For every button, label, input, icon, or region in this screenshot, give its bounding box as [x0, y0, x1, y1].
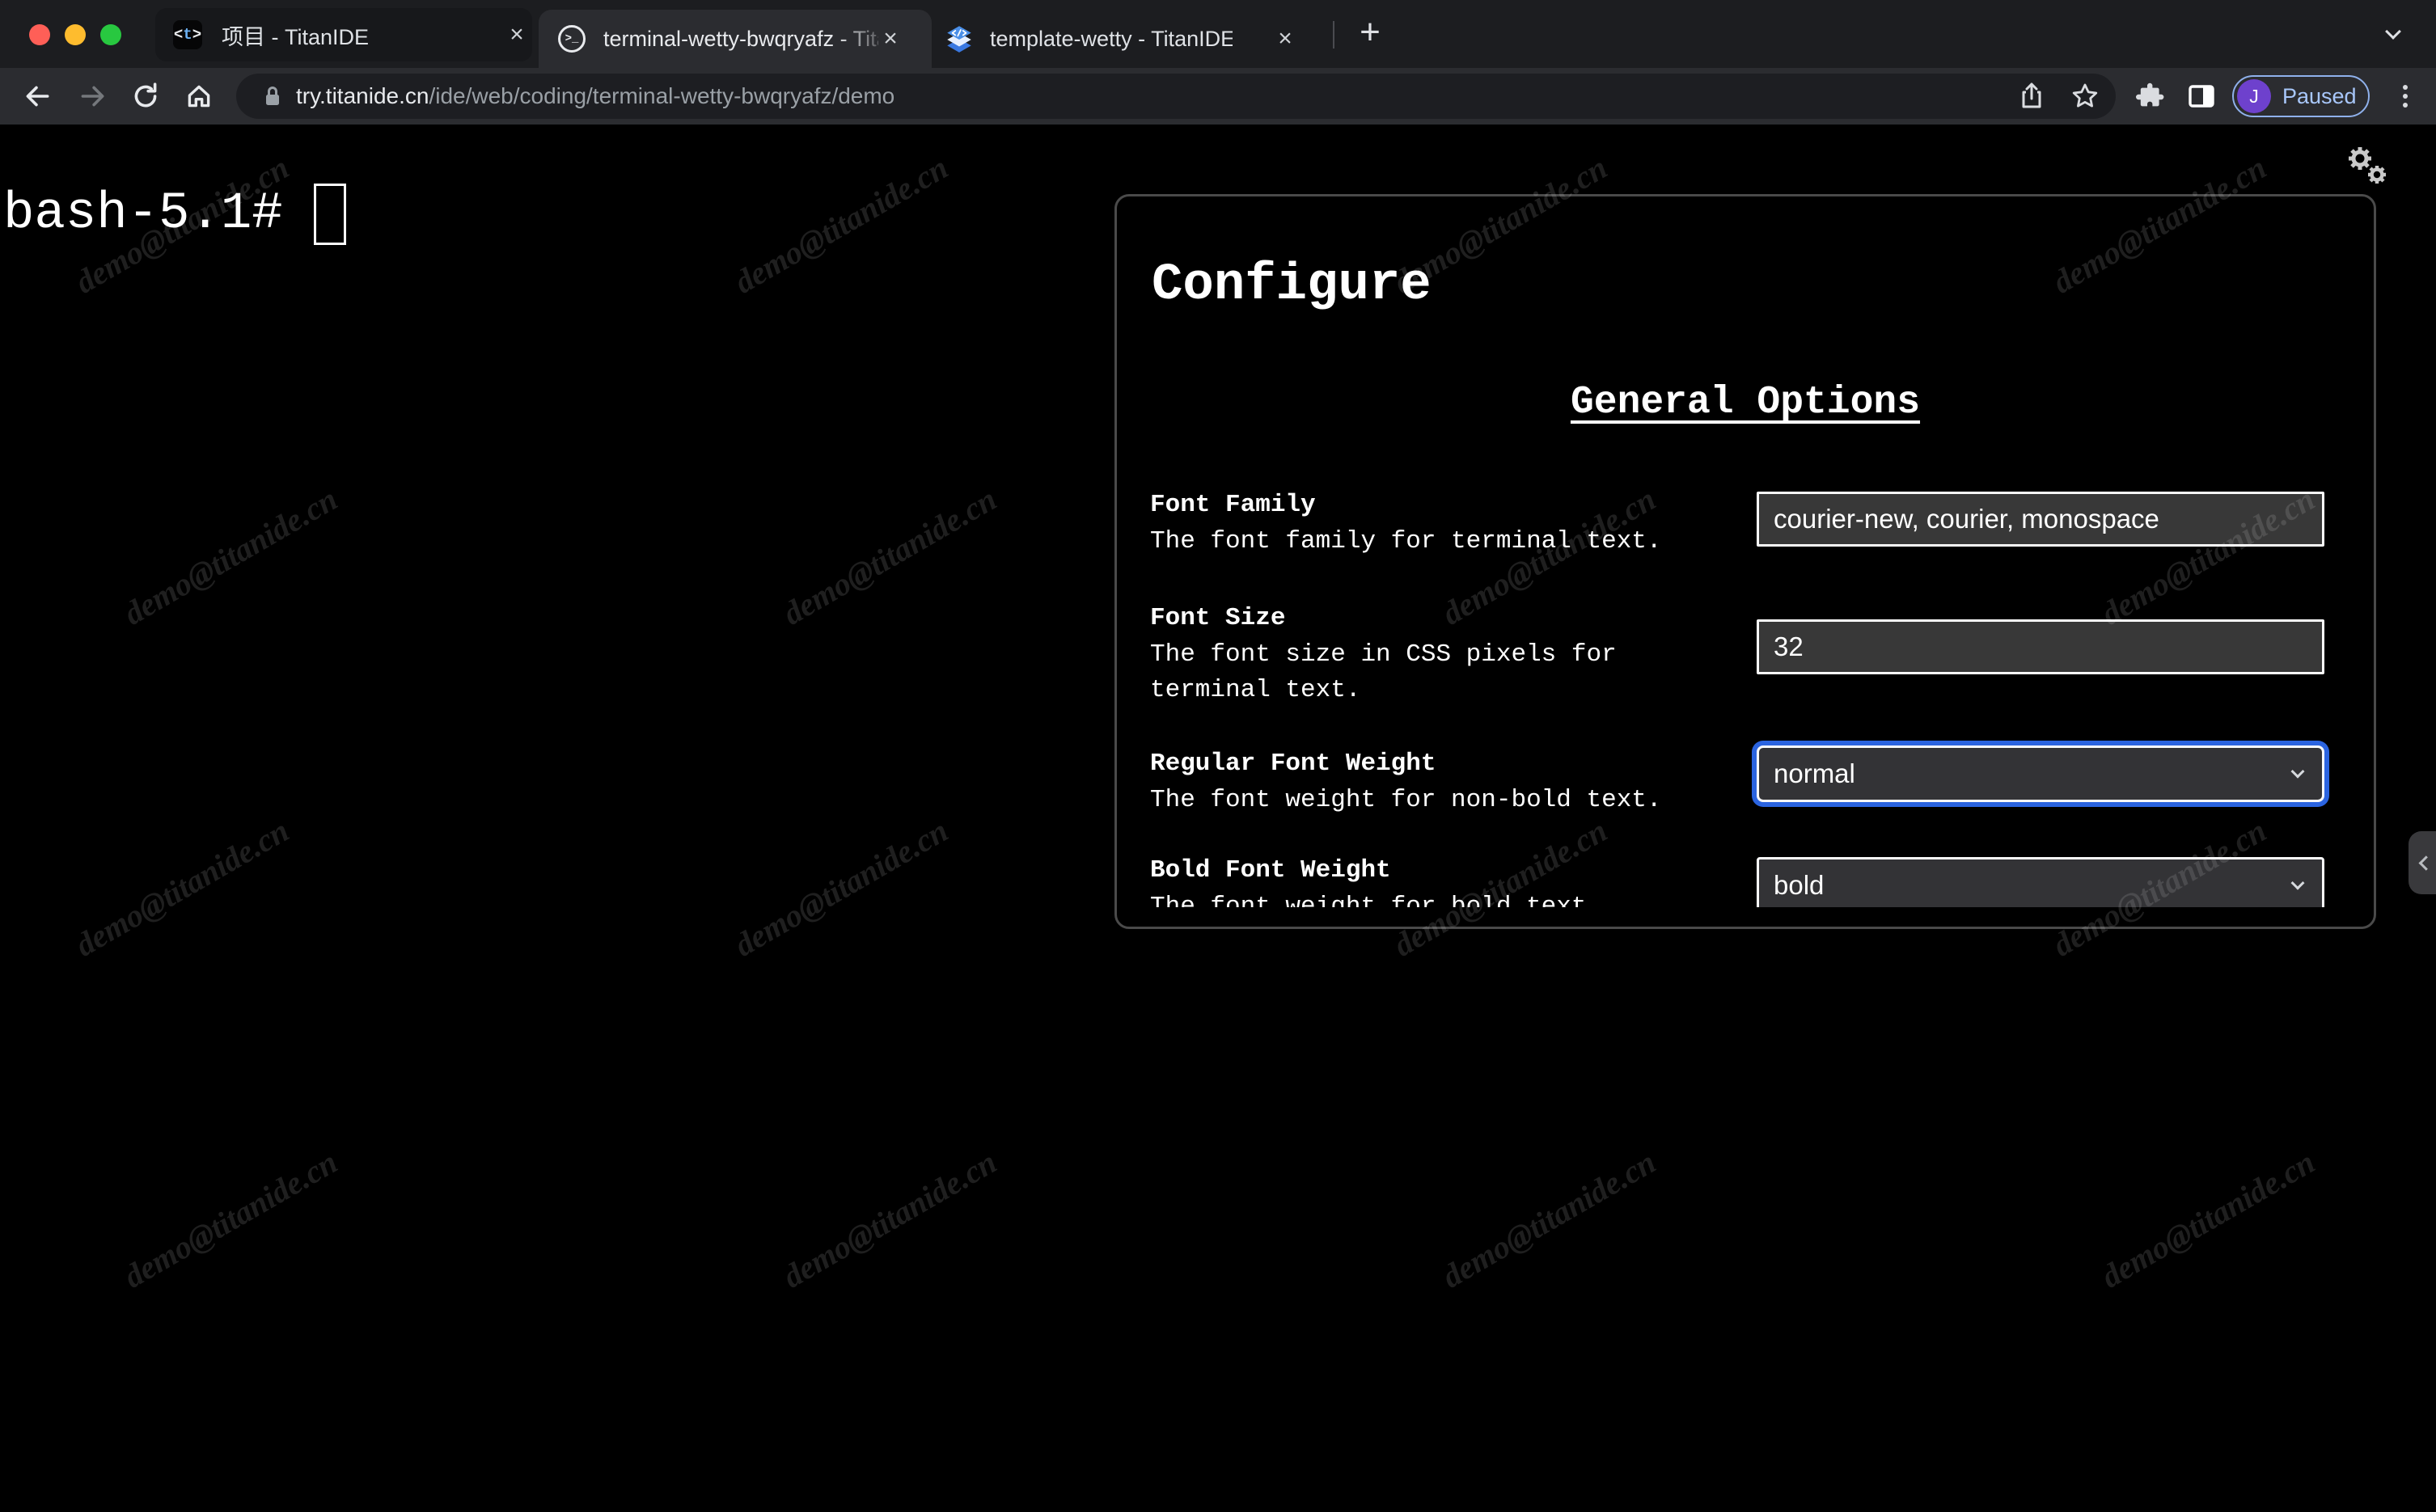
terminal-cursor — [313, 184, 346, 245]
avatar: J — [2237, 79, 2271, 113]
profile-status-label: Paused — [2282, 83, 2357, 108]
tab-close-icon[interactable]: × — [1271, 25, 1299, 53]
side-panel-button[interactable] — [2176, 70, 2227, 122]
bold-font-weight-select[interactable]: bold — [1757, 857, 2324, 907]
watermark-text: demo@titanide.cn — [2095, 1143, 2321, 1295]
tab-titanide-project[interactable]: < t > 项目 - TitanIDE × — [155, 8, 532, 61]
tab-title: template-wetty - TitanIDE — [990, 26, 1233, 51]
font-family-description: The font family for terminal text. — [1150, 527, 1662, 555]
share-button[interactable] — [2006, 70, 2057, 122]
bold-font-weight-description: The font weight for bold text. — [1150, 893, 1602, 907]
font-family-input[interactable] — [1757, 492, 2324, 547]
watermark-text: demo@titanide.cn — [776, 480, 1003, 632]
forward-button[interactable] — [66, 70, 118, 122]
new-tab-button[interactable]: + — [1349, 11, 1391, 53]
url-text: try.titanide.cn/ide/web/coding/terminal-… — [296, 83, 894, 109]
tab-close-icon[interactable]: × — [877, 25, 904, 53]
url-host: try.titanide.cn — [296, 83, 429, 108]
terminal-screen[interactable]: bash-5.1# Configure General Options Font… — [0, 125, 2436, 1512]
watermark-text: demo@titanide.cn — [1436, 1143, 1662, 1295]
window-zoom-button[interactable] — [100, 24, 121, 45]
chevron-left-icon — [2418, 855, 2434, 871]
browser-toolbar: try.titanide.cn/ide/web/coding/terminal-… — [0, 68, 2436, 125]
window-minimize-button[interactable] — [65, 24, 86, 45]
font-size-input[interactable] — [1757, 619, 2324, 674]
chevron-down-icon — [2290, 876, 2305, 890]
back-button[interactable] — [11, 70, 63, 122]
watermark-text: demo@titanide.cn — [117, 480, 344, 632]
profile-chip[interactable]: J Paused — [2232, 75, 2370, 117]
configure-panel-body: Configure General Options Font Family Th… — [1117, 196, 2374, 907]
tab-terminal-wetty[interactable]: >_ terminal-wetty-bwqryafz - Tita × — [539, 10, 932, 68]
terminal-prompt: bash-5.1# — [3, 185, 283, 243]
template-stack-favicon — [947, 26, 971, 53]
bold-font-weight-label: Bold Font Weight — [1150, 856, 1391, 885]
watermark-text: demo@titanide.cn — [69, 812, 295, 964]
url-path: /ide/web/coding/terminal-wetty-bwqryafz/… — [429, 83, 895, 108]
reload-button[interactable] — [120, 70, 171, 122]
lock-icon — [266, 87, 279, 105]
settings-gears-button[interactable] — [2342, 142, 2394, 194]
font-family-label: Font Family — [1150, 491, 1316, 519]
terminal-favicon: >_ — [558, 25, 586, 53]
browser-menu-button[interactable] — [2379, 70, 2431, 122]
font-size-label: Font Size — [1150, 604, 1286, 632]
select-value: normal — [1774, 758, 1855, 788]
watermark-text: demo@titanide.cn — [728, 812, 954, 964]
watermark-text: demo@titanide.cn — [117, 1143, 344, 1295]
tab-strip: < t > 项目 - TitanIDE × >_ terminal-wetty-bw… — [0, 0, 2436, 68]
titanide-favicon: < t > — [173, 20, 202, 49]
select-value: bold — [1774, 870, 1825, 900]
home-button[interactable] — [173, 70, 225, 122]
regular-font-weight-description: The font weight for non-bold text. — [1150, 786, 1662, 814]
tab-title: 项目 - TitanIDE — [222, 24, 370, 49]
tab-search-chevron-icon[interactable] — [2385, 23, 2401, 41]
tab-separator — [1333, 21, 1334, 49]
bookmark-star-button[interactable] — [2059, 70, 2111, 122]
regular-font-weight-select[interactable]: normal — [1757, 745, 2324, 802]
tab-close-icon[interactable]: × — [503, 21, 531, 49]
extensions-puzzle-button[interactable] — [2124, 70, 2176, 122]
configure-title: Configure — [1152, 256, 1432, 315]
tab-template-wetty[interactable]: template-wetty - TitanIDE × — [938, 10, 1318, 68]
window-close-button[interactable] — [29, 24, 50, 45]
configure-panel: Configure General Options Font Family Th… — [1114, 194, 2376, 929]
expand-panel-handle[interactable] — [2409, 831, 2436, 894]
chevron-down-icon — [2290, 764, 2305, 779]
font-size-description: The font size in CSS pixels for terminal… — [1150, 640, 1617, 704]
watermark-text: demo@titanide.cn — [728, 149, 954, 301]
address-bar[interactable]: try.titanide.cn/ide/web/coding/terminal-… — [236, 74, 2116, 119]
regular-font-weight-label: Regular Font Weight — [1150, 750, 1436, 778]
general-options-heading: General Options — [1570, 381, 1921, 424]
watermark-text: demo@titanide.cn — [776, 1143, 1003, 1295]
